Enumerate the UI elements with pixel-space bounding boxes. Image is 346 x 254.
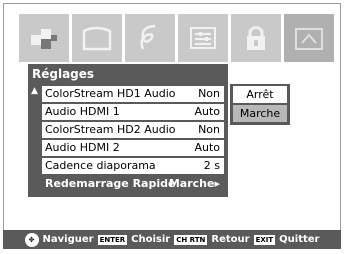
menu-row-audio-hdmi-2[interactable]: Audio HDMI 2 Auto: [42, 140, 224, 156]
menu-row-colorstream-hd2-audio[interactable]: ColorStream HD2 Audio Non: [42, 122, 224, 138]
row-label: Redemarrage Rapide: [45, 177, 176, 190]
row-value: 2 s: [203, 159, 220, 172]
row-value: Marche▸: [168, 177, 220, 190]
row-value: Non: [198, 123, 220, 136]
navigate-label: Naviguer: [42, 234, 94, 245]
row-label: ColorStream HD1 Audio: [45, 87, 176, 100]
exit-label: Quitter: [279, 234, 320, 245]
panel-title: Réglages: [32, 67, 95, 81]
footer-help-bar: ✥ Naviguer ENTER Choisir CH RTN Retour E…: [3, 230, 341, 249]
menu-row-colorstream-hd1-audio[interactable]: ColorStream HD1 Audio Non: [42, 86, 224, 102]
lock-menu-icon[interactable]: [231, 14, 281, 62]
menu-icon-bar: [19, 14, 335, 64]
option-list: Arrêt Marche: [230, 84, 290, 125]
applications-menu-icon[interactable]: [284, 14, 334, 62]
return-key-icon: CH RTN: [174, 234, 208, 245]
row-label: Audio HDMI 2: [45, 141, 120, 154]
row-label: Cadence diaporama: [45, 159, 156, 172]
enter-key-icon: ENTER: [97, 234, 128, 245]
menu-row-audio-hdmi-1[interactable]: Audio HDMI 1 Auto: [42, 104, 224, 120]
settings-panel: Réglages ▲ ColorStream HD1 Audio Non Aud…: [28, 64, 228, 197]
choose-label: Choisir: [131, 234, 171, 245]
option-marche[interactable]: Marche: [233, 105, 287, 122]
navigate-pad-icon: ✥: [24, 232, 39, 247]
setup-menu-icon[interactable]: [178, 14, 228, 62]
exit-key-icon: EXIT: [253, 234, 276, 245]
row-label: Audio HDMI 1: [45, 105, 120, 118]
return-label: Retour: [211, 234, 250, 245]
row-value: Auto: [194, 141, 220, 154]
menu-row-cadence-diaporama[interactable]: Cadence diaporama 2 s: [42, 158, 224, 174]
row-value: Auto: [194, 105, 220, 118]
picture-menu-icon[interactable]: [19, 14, 69, 62]
tv-menu-screen: Réglages ▲ ColorStream HD1 Audio Non Aud…: [3, 3, 341, 249]
scroll-up-icon[interactable]: ▲: [31, 86, 38, 96]
screen-menu-icon[interactable]: [72, 14, 122, 62]
audio-menu-icon[interactable]: [125, 14, 175, 62]
row-label: ColorStream HD2 Audio: [45, 123, 176, 136]
option-arret[interactable]: Arrêt: [233, 86, 287, 103]
menu-row-redemarrage-rapide[interactable]: Redemarrage Rapide Marche▸: [42, 176, 224, 192]
row-value: Non: [198, 87, 220, 100]
